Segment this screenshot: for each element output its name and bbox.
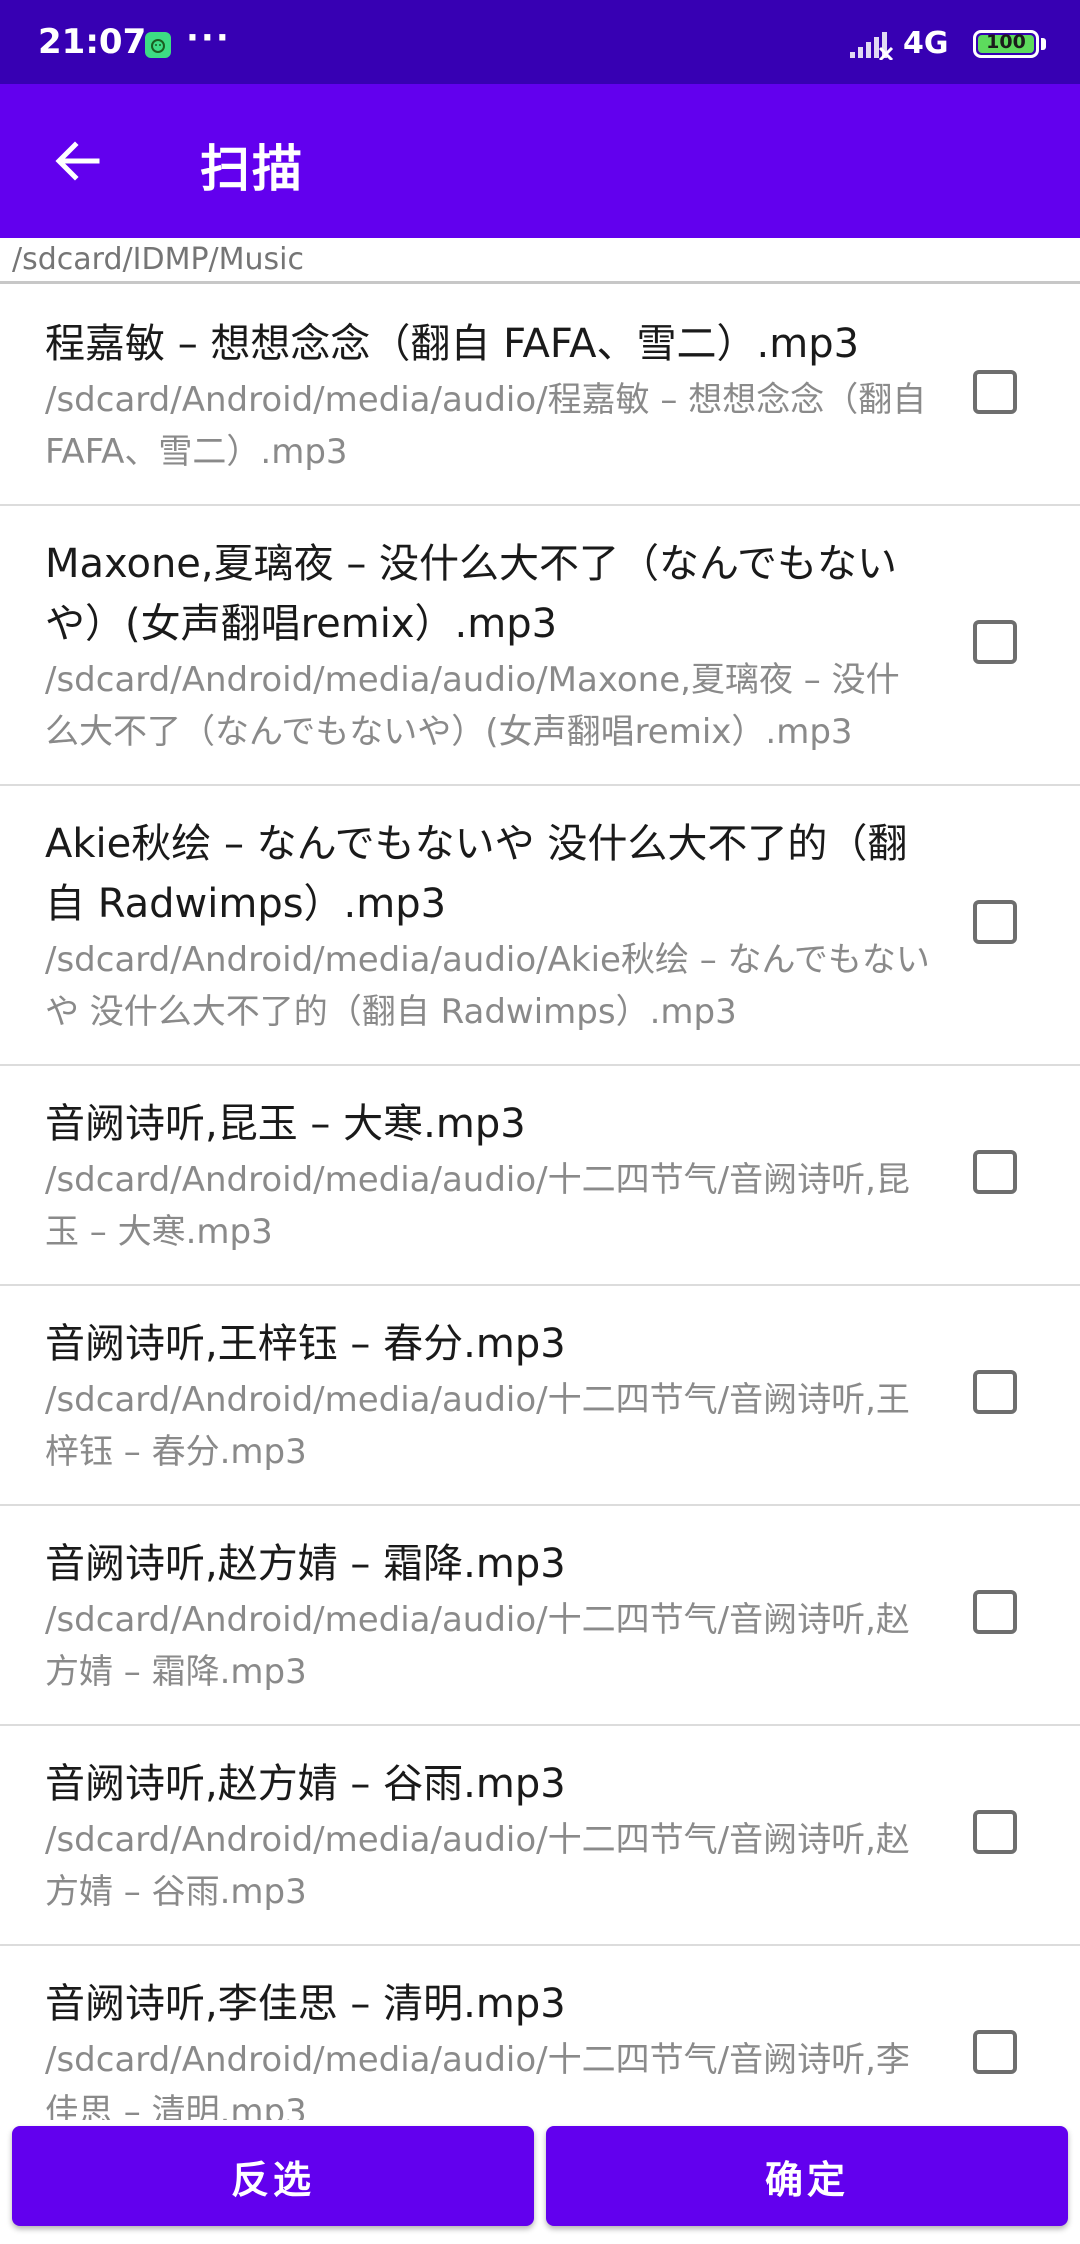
file-name: 音阙诗听,王梓钰 – 春分.mp3: [45, 1321, 566, 1367]
file-list-item[interactable]: 音阙诗听,赵方婧 – 霜降.mp3 /sdcard/Android/media/…: [0, 1506, 1080, 1726]
file-path: /sdcard/Android/media/audio/十二四节气/音阙诗听,王…: [45, 1380, 910, 1472]
file-path: /sdcard/Android/media/audio/Akie秋绘 – なんで…: [45, 940, 930, 1032]
file-path: /sdcard/Android/media/audio/程嘉敏 – 想想念念（翻…: [45, 380, 938, 472]
more-notifications-icon: ···: [186, 18, 231, 58]
file-list-item[interactable]: 音阙诗听,王梓钰 – 春分.mp3 /sdcard/Android/media/…: [0, 1286, 1080, 1506]
file-name: 音阙诗听,李佳思 – 清明.mp3: [45, 1981, 566, 2027]
file-name: 程嘉敏 – 想想念念（翻自 FAFA、雪二）.mp3: [45, 321, 860, 367]
signal-icon: [850, 32, 894, 60]
status-bar: 21:07 ··· 4G 100: [0, 0, 1080, 84]
file-checkbox[interactable]: [973, 1590, 1017, 1634]
file-list-item[interactable]: Maxone,夏璃夜 – 没什么大不了（なんでもないや）(女声翻唱remix）.…: [0, 506, 1080, 786]
file-checkbox[interactable]: [973, 2030, 1017, 2074]
android-app-icon: [145, 32, 171, 58]
file-checkbox[interactable]: [973, 1370, 1017, 1414]
file-list-item[interactable]: 音阙诗听,昆玉 – 大寒.mp3 /sdcard/Android/media/a…: [0, 1066, 1080, 1286]
confirm-button[interactable]: 确定: [546, 2126, 1068, 2226]
file-list-item[interactable]: 音阙诗听,赵方婧 – 谷雨.mp3 /sdcard/Android/media/…: [0, 1726, 1080, 1946]
app-toolbar: 扫描: [0, 84, 1080, 238]
file-checkbox[interactable]: [973, 900, 1017, 944]
file-checkbox[interactable]: [973, 1150, 1017, 1194]
bottom-action-bar: 反选 确定: [0, 2120, 1080, 2244]
file-list-item[interactable]: Akie秋绘 – なんでもないや 没什么大不了的（翻自 Radwimps）.mp…: [0, 786, 1080, 1066]
file-name: Akie秋绘 – なんでもないや 没什么大不了的（翻自 Radwimps）.mp…: [45, 821, 908, 927]
status-time: 21:07: [38, 22, 147, 62]
file-checkbox[interactable]: [973, 1810, 1017, 1854]
invert-selection-button[interactable]: 反选: [12, 2126, 534, 2226]
page-title: 扫描: [200, 140, 304, 198]
file-path: /sdcard/Android/media/audio/十二四节气/音阙诗听,李…: [45, 2040, 910, 2122]
file-path: /sdcard/Android/media/audio/十二四节气/音阙诗听,昆…: [45, 1160, 910, 1252]
battery-percentage: 100: [986, 31, 1026, 53]
file-list-item[interactable]: 音阙诗听,李佳思 – 清明.mp3 /sdcard/Android/media/…: [0, 1946, 1080, 2122]
file-checkbox[interactable]: [973, 620, 1017, 664]
file-name: 音阙诗听,赵方婧 – 霜降.mp3: [45, 1541, 566, 1587]
file-name: Maxone,夏璃夜 – 没什么大不了（なんでもないや）(女声翻唱remix）.…: [45, 541, 898, 647]
file-name: 音阙诗听,昆玉 – 大寒.mp3: [45, 1101, 526, 1147]
file-path: /sdcard/Android/media/audio/Maxone,夏璃夜 –…: [45, 660, 900, 752]
network-type-label: 4G: [903, 26, 949, 61]
battery-tip: [1041, 38, 1046, 50]
file-list[interactable]: 程嘉敏 – 想想念念（翻自 FAFA、雪二）.mp3 /sdcard/Andro…: [0, 286, 1080, 2122]
arrow-left-icon: [55, 141, 100, 181]
back-button[interactable]: [40, 124, 114, 198]
file-name: 音阙诗听,赵方婧 – 谷雨.mp3: [45, 1761, 566, 1807]
file-path: /sdcard/Android/media/audio/十二四节气/音阙诗听,赵…: [45, 1600, 910, 1692]
battery-icon: 100: [973, 30, 1039, 58]
current-path: /sdcard/IDMP/Music: [12, 242, 305, 277]
file-checkbox[interactable]: [973, 370, 1017, 414]
file-list-item[interactable]: 程嘉敏 – 想想念念（翻自 FAFA、雪二）.mp3 /sdcard/Andro…: [0, 286, 1080, 506]
file-path: /sdcard/Android/media/audio/十二四节气/音阙诗听,赵…: [45, 1820, 910, 1912]
current-path-bar: /sdcard/IDMP/Music: [0, 238, 1080, 284]
